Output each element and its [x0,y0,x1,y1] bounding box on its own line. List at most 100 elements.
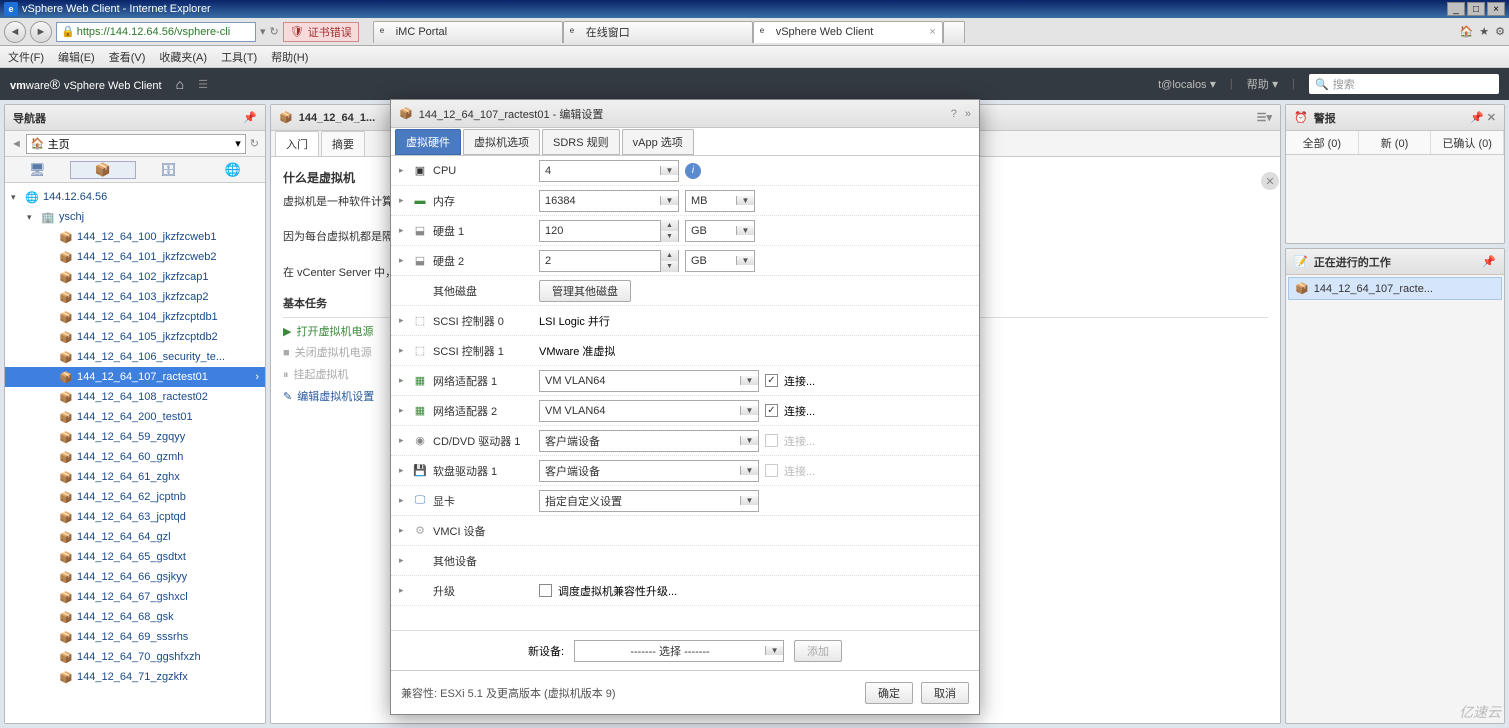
tree-item[interactable]: 📦144_12_64_101_jkzfzcweb2 [5,247,265,267]
cd-select[interactable]: 客户端设备▼ [539,430,759,452]
tree-item[interactable]: 📦144_12_64_71_zgzkfx [5,667,265,687]
tree-item[interactable]: 📦144_12_64_61_zghx [5,467,265,487]
manage-disks-button[interactable]: 管理其他磁盘 [539,280,631,302]
tree-item[interactable]: 📦144_12_64_67_gshxcl [5,587,265,607]
menu-help[interactable]: 帮助(H) [271,49,308,65]
help-menu[interactable]: 帮助 ▾ [1247,76,1278,92]
alarm-tab-new[interactable]: 新 (0) [1359,131,1432,154]
menu-tools[interactable]: 工具(T) [221,49,257,65]
breadcrumb-home[interactable]: 🏠 主页 ▾ [26,134,246,154]
net1-select[interactable]: VM VLAN64▼ [539,370,759,392]
tree-item[interactable]: 📦144_12_64_66_gsjkyy [5,567,265,587]
back-icon[interactable]: ◄ [11,138,22,150]
storage-view-icon[interactable]: 🗄 [136,162,201,178]
alarm-tab-ack[interactable]: 已确认 (0) [1431,131,1504,154]
tree-item[interactable]: ▾🏢yschj [5,207,265,227]
cert-error[interactable]: 🛡 证书错误 [283,22,359,42]
tree-item[interactable]: 📦144_12_64_200_test01 [5,407,265,427]
net1-connect-checkbox[interactable]: ✓ [765,374,778,387]
tree-item[interactable]: 📦144_12_64_70_ggshfxzh [5,647,265,667]
search-input[interactable]: 🔍 搜索 [1309,74,1499,94]
tree-item[interactable]: 📦144_12_64_60_gzmh [5,447,265,467]
tab-virtual-hardware[interactable]: 虚拟硬件 [395,129,461,155]
tree-item[interactable]: 📦144_12_64_100_jkzfzcweb1 [5,227,265,247]
new-device-select[interactable]: ------- 选择 -------▼ [574,640,784,662]
info-icon[interactable]: i [685,163,701,179]
network-view-icon[interactable]: 🌐 [201,162,266,178]
tree-item[interactable]: 📦144_12_64_63_jcptqd [5,507,265,527]
address-bar[interactable]: 🔒 https://144.12.64.56/vsphere-cli [56,22,256,42]
tab-vsphere[interactable]: evSphere Web Client× [753,21,943,43]
tab-summary[interactable]: 摘要 [321,131,365,156]
tree-item[interactable]: 📦144_12_64_104_jkzfzcptdb1 [5,307,265,327]
floppy-connect-checkbox [765,464,778,477]
memory-unit[interactable]: MB▼ [685,190,755,212]
scsi-icon: ⬚ [412,314,428,327]
tab-online[interactable]: e在线窗口 [563,21,753,43]
alarm-tab-all[interactable]: 全部 (0) [1286,131,1359,154]
tools-icon[interactable]: ⚙ [1495,25,1505,38]
tree-item[interactable]: 📦144_12_64_108_ractest02 [5,387,265,407]
close-content-icon[interactable]: ✕ [1261,172,1279,190]
home-icon[interactable]: 🏠 [1460,25,1474,38]
minimize-dialog-icon[interactable]: » [965,108,971,120]
menu-edit[interactable]: 编辑(E) [58,49,95,65]
actions-icon[interactable]: ☰▾ [1257,111,1272,124]
tree-item[interactable]: 📦144_12_64_107_ractest01› [5,367,265,387]
disk2-input[interactable]: 2▲▼ [539,250,679,272]
history-icon[interactable]: ↻ [250,137,259,150]
hosts-view-icon[interactable]: 🖥 [5,162,70,178]
vms-view-icon[interactable]: 📦 [70,161,137,179]
add-device-button[interactable]: 添加 [794,640,842,662]
disk1-input[interactable]: 120▲▼ [539,220,679,242]
menu-file[interactable]: 文件(F) [8,49,44,65]
forward-button[interactable]: ► [30,21,52,43]
back-button[interactable]: ◄ [4,21,26,43]
tab-sdrs[interactable]: SDRS 规则 [542,129,620,155]
upgrade-checkbox[interactable] [539,584,552,597]
row-cd: ▸◉CD/DVD 驱动器 1 客户端设备▼ 连接... [391,426,979,456]
tab-vm-options[interactable]: 虚拟机选项 [463,129,540,155]
pin-icon[interactable]: 📌 [1482,255,1496,268]
tree-item[interactable]: 📦144_12_64_59_zgqyy [5,427,265,447]
video-select[interactable]: 指定自定义设置▼ [539,490,759,512]
pin-icon[interactable]: 📌 [243,111,257,124]
menu-favorites[interactable]: 收藏夹(A) [159,49,207,65]
tree-item[interactable]: 📦144_12_64_105_jkzfzcptdb2 [5,327,265,347]
favorites-icon[interactable]: ★ [1479,25,1489,38]
net2-select[interactable]: VM VLAN64▼ [539,400,759,422]
menu-view[interactable]: 查看(V) [109,49,146,65]
work-item[interactable]: 📦144_12_64_107_racte... [1288,277,1502,300]
tree-item[interactable]: 📦144_12_64_106_security_te... [5,347,265,367]
tree-item[interactable]: 📦144_12_64_103_jkzfzcap2 [5,287,265,307]
minimize-button[interactable]: _ [1447,2,1465,16]
ok-button[interactable]: 确定 [865,682,913,704]
tab-vapp[interactable]: vApp 选项 [622,129,694,155]
user-menu[interactable]: t@localos ▾ [1158,77,1216,91]
net2-connect-checkbox[interactable]: ✓ [765,404,778,417]
pin-icon[interactable]: 📌 ✕ [1470,111,1496,124]
cancel-button[interactable]: 取消 [921,682,969,704]
tab-getting-started[interactable]: 入门 [275,131,319,156]
close-button[interactable]: × [1487,2,1505,16]
tree-item[interactable]: 📦144_12_64_102_jkzfzcap1 [5,267,265,287]
tree-item[interactable]: 📦144_12_64_62_jcptnb [5,487,265,507]
new-tab-button[interactable] [943,21,965,43]
disk2-unit[interactable]: GB▼ [685,250,755,272]
help-icon[interactable]: ? [951,108,957,120]
tree-item[interactable]: 📦144_12_64_69_sssrhs [5,627,265,647]
tree-item[interactable]: 📦144_12_64_64_gzl [5,527,265,547]
tree-item[interactable]: 📦144_12_64_68_gsk [5,607,265,627]
maximize-button[interactable]: □ [1467,2,1485,16]
dropdown-icon[interactable]: ▾ [260,25,266,38]
disk1-unit[interactable]: GB▼ [685,220,755,242]
refresh-icon[interactable]: ↻ [270,25,279,38]
tree-item[interactable]: ▾🌐144.12.64.56 [5,187,265,207]
cpu-select[interactable]: 4▼ [539,160,679,182]
tab-imc[interactable]: eiMC Portal [373,21,563,43]
memory-input[interactable]: 16384▼ [539,190,679,212]
home-icon[interactable]: ⌂ [176,76,184,92]
tree-item[interactable]: 📦144_12_64_65_gsdtxt [5,547,265,567]
floppy-select[interactable]: 客户端设备▼ [539,460,759,482]
tab-close-icon[interactable]: × [929,26,935,38]
